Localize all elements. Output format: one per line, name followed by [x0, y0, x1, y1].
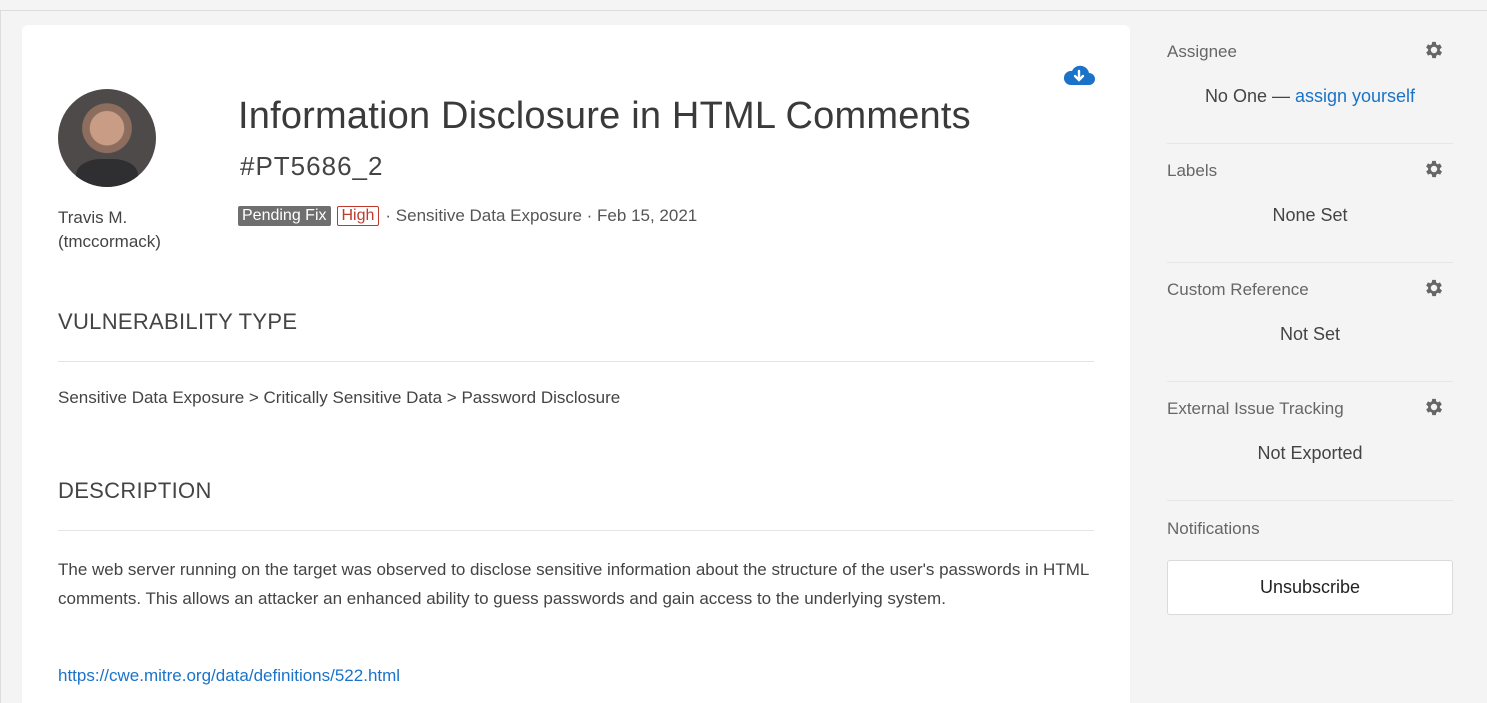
labels-label: Labels — [1167, 161, 1218, 180]
author-avatar[interactable] — [58, 89, 156, 187]
assignee-value: No One — assign yourself — [1204, 86, 1416, 106]
assign-yourself-link[interactable]: assign yourself — [1295, 86, 1415, 106]
custom-reference-label: Custom Reference — [1167, 280, 1309, 299]
section-divider — [58, 361, 1094, 362]
status-badge: Pending Fix — [238, 206, 331, 226]
description-heading: DESCRIPTION — [58, 478, 212, 503]
notifications-label: Notifications — [1167, 519, 1260, 538]
custom-reference-value: Not Set — [1279, 324, 1341, 344]
assignee-label: Assignee — [1167, 42, 1237, 61]
custom-reference-section: Custom Reference Not Set — [1167, 263, 1453, 382]
unsubscribe-button[interactable]: Unsubscribe — [1167, 560, 1453, 615]
severity-badge: High — [336, 206, 380, 226]
labels-section: Labels None Set — [1167, 144, 1453, 263]
vulnerability-type-heading: VULNERABILITY TYPE — [58, 309, 298, 334]
author-name[interactable]: Travis M. (tmccormack) — [58, 206, 228, 254]
external-tracking-value: Not Exported — [1257, 443, 1363, 463]
page-left-border — [0, 10, 1, 703]
gear-icon[interactable] — [1423, 39, 1445, 61]
report-card: Travis M. (tmccormack) Information Discl… — [22, 25, 1130, 703]
cloud-download-icon[interactable] — [1062, 63, 1096, 87]
vulnerability-type-value: Sensitive Data Exposure > Critically Sen… — [58, 388, 621, 407]
report-meta: Pending Fix High · Sensitive Data Exposu… — [238, 206, 697, 226]
gear-icon[interactable] — [1423, 277, 1445, 299]
report-category-date: · Sensitive Data Exposure · Feb 15, 2021 — [385, 206, 698, 225]
gear-icon[interactable] — [1423, 396, 1445, 418]
assignee-section: Assignee No One — assign yourself — [1167, 25, 1453, 144]
external-tracking-section: External Issue Tracking Not Exported — [1167, 382, 1453, 501]
report-sidebar: Assignee No One — assign yourself Labels… — [1167, 25, 1453, 615]
reference-link[interactable]: https://cwe.mitre.org/data/definitions/5… — [58, 666, 400, 686]
description-text: The web server running on the target was… — [58, 560, 1089, 608]
section-divider — [58, 530, 1094, 531]
page-top-border — [0, 10, 1487, 11]
gear-icon[interactable] — [1423, 158, 1445, 180]
report-title: Information Disclosure in HTML Comments — [238, 95, 971, 137]
labels-value: None Set — [1272, 205, 1348, 225]
report-id: #PT5686_2 — [240, 151, 384, 181]
external-tracking-label: External Issue Tracking — [1167, 399, 1344, 418]
